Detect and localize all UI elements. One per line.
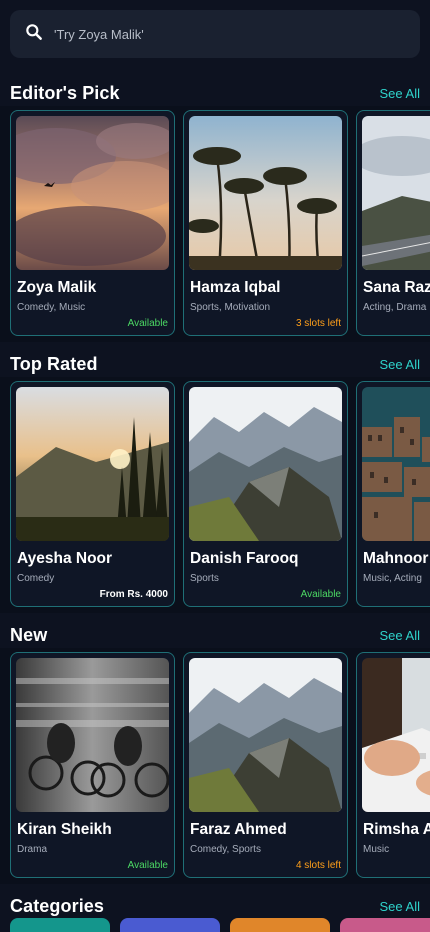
talent-card[interactable]: Mahnoor Music, Acting [356, 381, 430, 607]
talent-tags: Comedy [17, 573, 55, 584]
section-editors-pick: Editor's Pick See All [0, 80, 430, 106]
talent-card[interactable]: Sana Raz Acting, Drama [356, 110, 430, 336]
talent-card[interactable]: Hamza Iqbal Sports, Motivation 3 slots l… [183, 110, 348, 336]
talent-name: Kiran Sheikh [17, 821, 112, 838]
search-input[interactable]: 'Try Zoya Malik' [54, 27, 144, 42]
see-all-link[interactable]: See All [380, 357, 420, 372]
see-all-link[interactable]: See All [380, 899, 420, 914]
talent-name: Hamza Iqbal [190, 279, 281, 296]
section-title: Editor's Pick [10, 82, 120, 103]
talent-photo [189, 658, 342, 812]
section-top-rated: Top Rated See All [0, 351, 430, 377]
availability-status: Available [127, 860, 168, 871]
talent-name: Danish Farooq [190, 550, 299, 567]
category-chip[interactable] [230, 918, 330, 932]
talent-tags: Drama [17, 844, 48, 855]
app-screen: 'Try Zoya Malik' Editor's Pick See All Z… [0, 0, 430, 932]
search-icon [24, 22, 44, 47]
talent-photo [16, 658, 169, 812]
talent-tags: Comedy, Music [17, 302, 86, 313]
talent-photo [16, 116, 169, 270]
availability-status: Available [300, 589, 341, 600]
talent-tags: Acting, Drama [363, 302, 427, 313]
talent-card[interactable]: Faraz Ahmed Comedy, Sports 4 slots left [183, 652, 348, 878]
new-carousel[interactable]: Kiran Sheikh Drama Available Faraz Ahmed… [0, 648, 430, 884]
talent-name: Mahnoor [363, 550, 429, 567]
category-chip[interactable] [120, 918, 220, 932]
talent-photo [362, 387, 430, 541]
categories-row[interactable] [0, 918, 430, 932]
talent-name: Zoya Malik [17, 279, 97, 296]
talent-name: Sana Raz [363, 279, 430, 296]
talent-tags: Sports [190, 573, 219, 584]
talent-name: Faraz Ahmed [190, 821, 287, 838]
talent-name: Ayesha Noor [17, 550, 113, 567]
see-all-link[interactable]: See All [380, 628, 420, 643]
see-all-link[interactable]: See All [380, 86, 420, 101]
section-title: Categories [10, 895, 105, 916]
talent-tags: Sports, Motivation [190, 302, 271, 313]
editors-pick-carousel[interactable]: Zoya Malik Comedy, Music Available Hamza… [0, 106, 430, 342]
top-rated-carousel[interactable]: Ayesha Noor Comedy From Rs. 4000 Danish … [0, 377, 430, 613]
category-chip[interactable] [10, 918, 110, 932]
section-header: New See All [0, 622, 430, 648]
talent-card[interactable]: Kiran Sheikh Drama Available [10, 652, 175, 878]
talent-tags: Comedy, Sports [190, 844, 261, 855]
section-title: Top Rated [10, 353, 98, 374]
section-categories: Categories See All [0, 893, 430, 919]
section-header: Editor's Pick See All [0, 80, 430, 106]
section-header: Top Rated See All [0, 351, 430, 377]
talent-card[interactable]: Rimsha A Music [356, 652, 430, 878]
section-title: New [10, 624, 48, 645]
talent-card[interactable]: Ayesha Noor Comedy From Rs. 4000 [10, 381, 175, 607]
talent-photo [189, 116, 342, 270]
talent-photo [362, 658, 430, 812]
talent-name: Rimsha A [363, 821, 430, 838]
category-chip[interactable] [340, 918, 430, 932]
talent-photo [189, 387, 342, 541]
talent-photo [16, 387, 169, 541]
talent-tags: Music [363, 844, 390, 855]
price-label: From Rs. 4000 [99, 589, 168, 600]
search-bar[interactable]: 'Try Zoya Malik' [10, 10, 420, 58]
talent-tags: Music, Acting [363, 573, 422, 584]
talent-photo [362, 116, 430, 270]
availability-status: 4 slots left [295, 860, 341, 871]
section-header: Categories See All [0, 893, 430, 919]
availability-status: 3 slots left [295, 318, 341, 329]
section-new: New See All [0, 622, 430, 648]
talent-card[interactable]: Danish Farooq Sports Available [183, 381, 348, 607]
availability-status: Available [127, 318, 168, 329]
talent-card[interactable]: Zoya Malik Comedy, Music Available [10, 110, 175, 336]
